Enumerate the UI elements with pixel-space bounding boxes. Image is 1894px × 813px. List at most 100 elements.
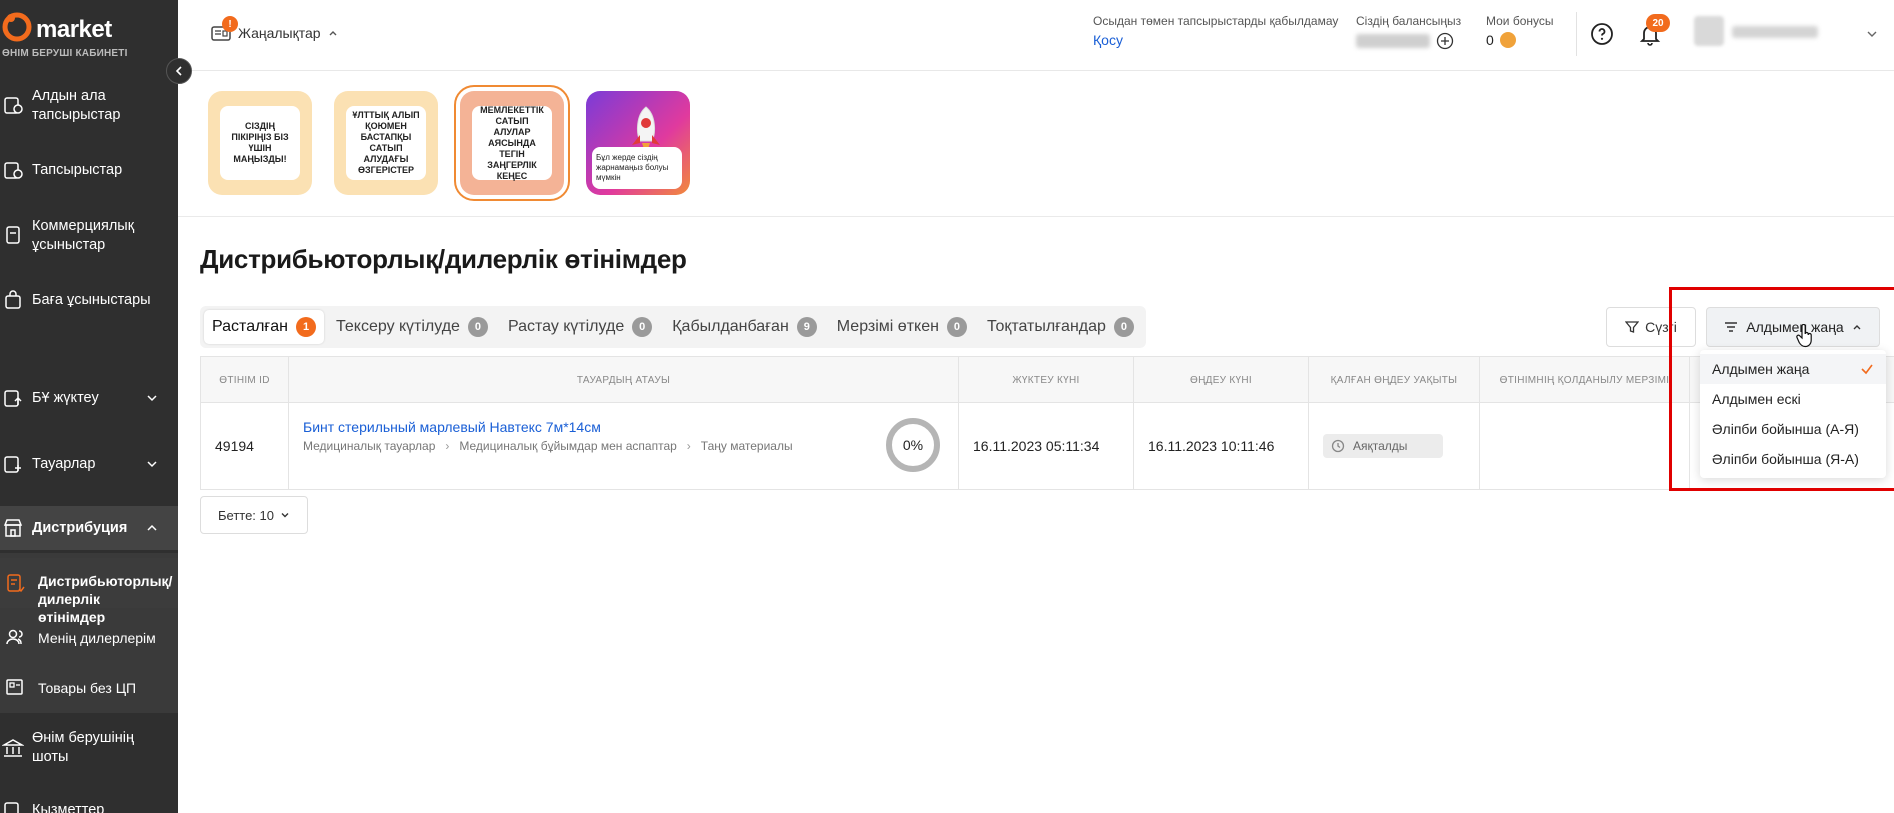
brand-logo[interactable]: market ӨНІМ БЕРУШІ КАБИНЕТІ xyxy=(0,8,178,59)
newspaper-icon: ! xyxy=(210,16,238,44)
breadcrumb-item: Таңу материалы xyxy=(700,439,793,453)
sidebar-item-label: Баға ұсыныстары xyxy=(32,291,151,308)
add-circle-icon[interactable] xyxy=(1436,32,1454,50)
products-icon xyxy=(4,456,21,473)
sidebar-item-services[interactable]: Қызметтер xyxy=(0,798,178,813)
status-label: Аяқталды xyxy=(1353,439,1408,453)
help-icon[interactable] xyxy=(1590,22,1614,46)
filter-label: Сүзгі xyxy=(1645,319,1677,335)
sidebar-item-commercial[interactable]: Коммерциялық ұсыныстар xyxy=(0,214,178,258)
sort-option-label: Әліпби бойынша (Я-А) xyxy=(1712,451,1859,467)
sidebar-item-label: Алдын ала тапсырыстар xyxy=(32,88,121,123)
bonus-block: Мои бонусы 0 xyxy=(1486,14,1554,48)
sidebar-subitem-no-price[interactable]: Товары без ЦП xyxy=(0,676,178,700)
sidebar-item-orders[interactable]: Тапсырыстар xyxy=(0,158,178,182)
min-order-block: Осыдан төмен тапсырыстарды қабылдамау Қо… xyxy=(1093,14,1338,48)
story-text: ҰЛТТЫҚ АЛЫП ҚОЮМЕН БАСТАПҚЫ САТЫП АЛУДАҒ… xyxy=(346,106,426,180)
story-card[interactable]: ҰЛТТЫҚ АЛЫП ҚОЮМЕН БАСТАПҚЫ САТЫП АЛУДАҒ… xyxy=(334,91,438,195)
sidebar-subitem-label: Дистрибьюторлық/ дилерлік өтінімдер xyxy=(38,573,173,625)
hand-cursor-icon xyxy=(1796,324,1812,348)
preorders-icon xyxy=(4,97,23,114)
stories-carousel: СІЗДІҢ ПІКІРІҢІЗ БІЗ ҮШІН МАҢЫЗДЫ! ҰЛТТЫ… xyxy=(208,85,690,201)
sort-label: Алдымен жаңа xyxy=(1746,319,1844,335)
header-divider xyxy=(1576,12,1577,56)
sidebar-collapse-button[interactable] xyxy=(166,58,192,84)
bonus-amount: 0 xyxy=(1486,32,1494,48)
news-badge: ! xyxy=(222,16,238,32)
breadcrumb-item: Медициналық тауарлар xyxy=(303,439,436,453)
chevron-down-icon xyxy=(147,395,157,402)
chevron-up-icon xyxy=(1853,325,1861,330)
col-header-uploaded: ЖҮКТЕУ КҮНІ xyxy=(959,357,1134,403)
sort-option-newest[interactable]: Алдымен жаңа xyxy=(1700,354,1886,384)
col-header-id: ӨТІНІМ ID xyxy=(201,357,289,403)
min-order-text: Осыдан төмен тапсырыстарды қабылдамау xyxy=(1093,14,1339,28)
sort-option-alpha-asc[interactable]: Әліпби бойынша (А-Я) xyxy=(1700,414,1886,444)
product-link[interactable]: Бинт стерильный марлевый Навтекс 7м*14см xyxy=(303,419,601,435)
balance-amount-hidden xyxy=(1356,34,1430,48)
sidebar: market ӨНІМ БЕРУШІ КАБИНЕТІ Алдын ала та… xyxy=(0,0,178,813)
cell-id: 49194 xyxy=(201,403,289,489)
bank-icon xyxy=(2,739,24,757)
tab-count: 1 xyxy=(296,317,316,337)
tab-awaiting-confirmation[interactable]: Растау күтілуде 0 xyxy=(500,310,660,344)
tab-expired[interactable]: Мерзімі өткен 0 xyxy=(829,310,975,344)
sidebar-subitem-my-dealers[interactable]: Менің дилерлерім xyxy=(0,626,178,650)
tab-stopped[interactable]: Тоқтатылғандар 0 xyxy=(979,310,1142,344)
sidebar-item-label: Дистрибуция xyxy=(32,519,128,536)
min-order-add-link[interactable]: Қосу xyxy=(1093,32,1338,48)
col-header-validity: ӨТІНІМНІҢ ҚОЛДАНЫЛУ МЕРЗІМІ xyxy=(1480,357,1690,403)
chevron-right-icon: › xyxy=(686,439,691,453)
sidebar-item-label: Қызметтер xyxy=(32,801,105,813)
sidebar-item-supplier-account[interactable]: Өнім берушінің шоты xyxy=(0,726,178,770)
story-card[interactable]: СІЗДІҢ ПІКІРІҢІЗ БІЗ ҮШІН МАҢЫЗДЫ! xyxy=(208,91,312,195)
chevron-up-icon xyxy=(147,524,157,531)
users-icon xyxy=(6,629,23,645)
sidebar-item-preorders[interactable]: Алдын ала тапсырыстар xyxy=(0,84,178,128)
sort-option-alpha-desc[interactable]: Әліпби бойынша (Я-А) xyxy=(1700,444,1886,474)
bonus-label: Мои бонусы xyxy=(1486,14,1554,28)
sidebar-item-upload[interactable]: БҰ жүктеу xyxy=(0,386,178,410)
cell-processed: 16.11.2023 10:11:46 xyxy=(1134,403,1309,489)
sort-button[interactable]: Алдымен жаңа xyxy=(1706,307,1880,347)
services-icon xyxy=(4,802,19,813)
filter-icon xyxy=(1625,321,1640,333)
story-text: МЕМЛЕКЕТТІК САТЫП АЛУЛАР АЯСЫНДА ТЕГІН З… xyxy=(472,105,552,181)
sort-option-label: Алдымен ескі xyxy=(1712,391,1801,407)
col-header-product: ТАУАРДЫҢ АТАУЫ xyxy=(289,357,959,403)
upload-icon xyxy=(4,390,22,407)
sidebar-item-price-offers[interactable]: Баға ұсыныстары xyxy=(0,288,178,312)
progress-value: 0% xyxy=(902,437,924,453)
news-label: Жаңалықтар xyxy=(238,25,321,41)
story-card[interactable]: МЕМЛЕКЕТТІК САТЫП АЛУЛАР АЯСЫНДА ТЕГІН З… xyxy=(454,85,570,201)
story-card[interactable]: Бұл жерде сіздің жарнамаңыз болуы мүмкін xyxy=(586,91,690,195)
col-header-remaining: ҚАЛҒАН ӨҢДЕУ УАҚЫТЫ xyxy=(1309,357,1480,403)
tab-label: Расталған xyxy=(212,318,288,335)
status-badge: Аяқталды xyxy=(1323,434,1443,458)
sidebar-item-distribution[interactable]: Дистрибуция xyxy=(0,506,178,550)
per-page-select[interactable]: Бетте: 10 xyxy=(200,496,308,534)
story-text: СІЗДІҢ ПІКІРІҢІЗ БІЗ ҮШІН МАҢЫЗДЫ! xyxy=(220,106,300,180)
store-icon xyxy=(3,519,23,537)
tab-confirmed[interactable]: Расталған 1 xyxy=(204,310,324,344)
chevron-down-icon[interactable] xyxy=(1866,28,1878,40)
sidebar-item-products[interactable]: Тауарлар xyxy=(0,452,178,476)
col-header-processed: ӨҢДЕУ КҮНІ xyxy=(1134,357,1309,403)
news-dropdown[interactable]: ! Жаңалықтар xyxy=(210,16,339,44)
filter-button[interactable]: Сүзгі xyxy=(1606,307,1696,347)
brand-subtitle: ӨНІМ БЕРУШІ КАБИНЕТІ xyxy=(2,48,128,59)
sidebar-subitem-dealer-requests[interactable]: Дистрибьюторлық/ дилерлік өтінімдер xyxy=(0,558,178,625)
sort-option-oldest[interactable]: Алдымен ескі xyxy=(1700,384,1886,414)
tab-awaiting-review[interactable]: Тексеру күтілуде 0 xyxy=(328,310,496,344)
tab-count: 9 xyxy=(796,317,817,337)
catalog-icon xyxy=(6,679,23,695)
user-name-hidden[interactable] xyxy=(1732,26,1818,38)
tab-label: Тексеру күтілуде xyxy=(336,318,460,335)
chevron-down-icon xyxy=(281,513,289,518)
avatar[interactable] xyxy=(1694,16,1724,46)
bag-icon xyxy=(5,290,21,309)
balance-value xyxy=(1356,32,1461,50)
chevron-right-icon: › xyxy=(445,439,450,453)
tab-rejected[interactable]: Қабылданбаған 9 xyxy=(664,310,825,344)
section-divider xyxy=(178,216,1894,217)
